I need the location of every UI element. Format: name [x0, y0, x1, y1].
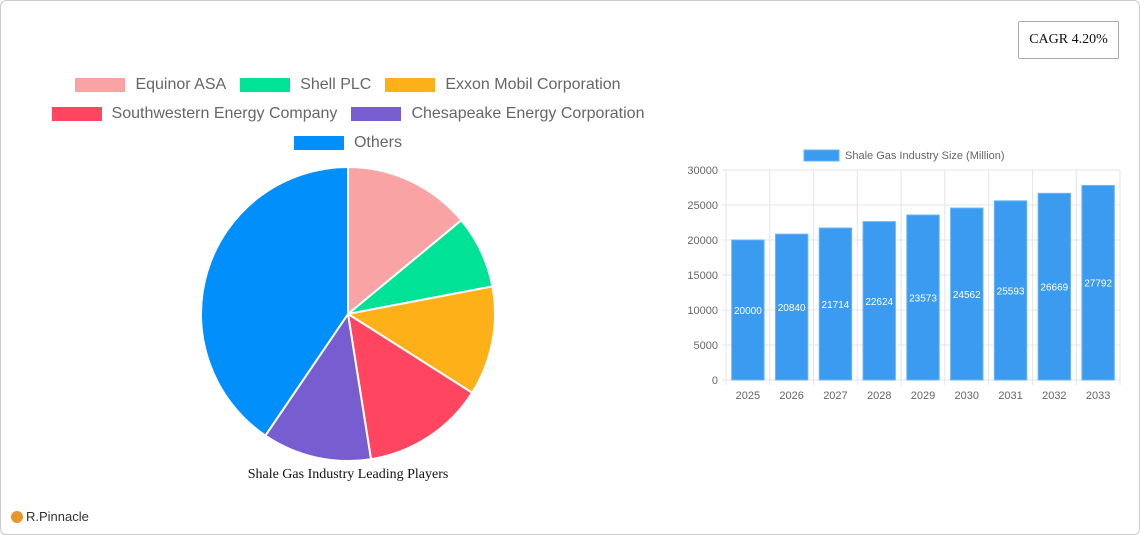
y-tick-label: 5000	[694, 340, 718, 352]
x-tick-label: 2027	[823, 390, 847, 402]
x-tick-label: 2030	[955, 390, 979, 402]
x-tick-label: 2033	[1086, 390, 1110, 402]
logo-icon	[11, 510, 23, 523]
x-tick-label: 2032	[1042, 390, 1066, 402]
y-tick-label: 10000	[687, 305, 718, 317]
y-tick-label: 20000	[687, 235, 718, 247]
brand-name: R.Pinnacle	[26, 509, 89, 524]
bar-data-label: 25593	[997, 286, 1025, 297]
y-tick-label: 30000	[687, 165, 718, 177]
bar-data-label: 24562	[953, 290, 981, 301]
x-tick-label: 2026	[779, 390, 803, 402]
brand-logo: R.Pinnacle	[11, 509, 89, 524]
x-tick-label: 2031	[998, 390, 1022, 402]
x-tick-label: 2029	[911, 390, 935, 402]
y-tick-label: 15000	[687, 270, 718, 282]
bar-data-label: 27792	[1084, 279, 1112, 290]
x-tick-label: 2025	[736, 390, 760, 402]
bar-data-label: 23573	[909, 293, 937, 304]
bar-data-label: 21714	[822, 300, 850, 311]
bar-chart: 0 5000 10000 15000 20000 25000 30000 20000 2025 2…	[687, 149, 1121, 402]
y-tick-label: 0	[712, 375, 718, 387]
x-tick-label: 2028	[867, 390, 891, 402]
bar-legend-label: Shale Gas Industry Size (Million)	[845, 150, 1005, 162]
bar-data-label: 20000	[734, 306, 762, 317]
bar-legend-swatch	[803, 149, 840, 162]
bar-data-label: 26669	[1040, 283, 1068, 294]
bar-data-label: 22624	[865, 297, 893, 308]
bar-data-label: 20840	[778, 303, 806, 314]
y-tick-label: 25000	[687, 200, 718, 212]
